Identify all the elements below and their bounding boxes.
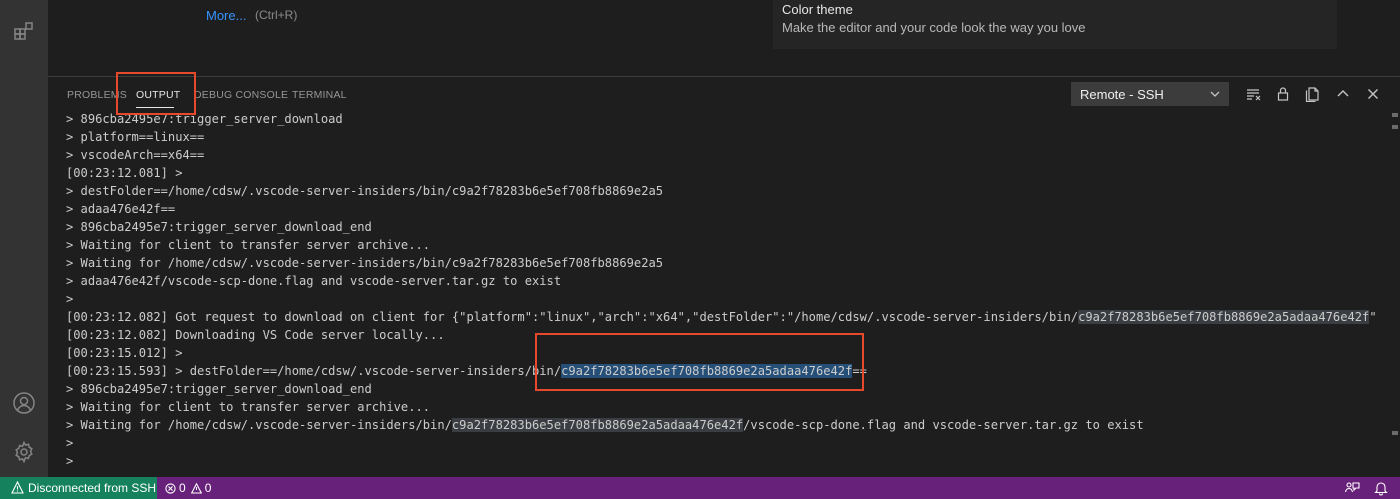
output-text: > — [66, 454, 74, 468]
active-tab-indicator — [136, 107, 174, 108]
tab-debug-console[interactable]: DEBUG CONSOLE — [194, 89, 288, 101]
problems-indicator[interactable]: 0 0 — [165, 481, 211, 495]
extensions-icon[interactable] — [12, 19, 36, 43]
output-text: > — [66, 436, 74, 450]
warning-count: 0 — [204, 481, 212, 495]
output-text: > Waiting for /home/cdsw/.vscode-server-… — [66, 256, 664, 270]
lock-scroll-icon[interactable] — [1275, 86, 1291, 102]
output-text: > — [66, 292, 74, 306]
remote-status-label: Disconnected from SSH — [28, 481, 157, 495]
activity-bar — [0, 0, 48, 477]
output-line: [00:23:12.082] Downloading VS Code serve… — [66, 326, 1376, 344]
settings-gear-icon[interactable] — [12, 440, 36, 464]
overview-ruler-mark — [1392, 113, 1398, 117]
output-text: > destFolder==/home/cdsw/.vscode-server-… — [66, 184, 664, 198]
warning-icon — [11, 481, 24, 494]
output-channel-select[interactable]: Remote - SSH — [1071, 82, 1229, 106]
output-line: [00:23:15.593] > destFolder==/home/cdsw/… — [66, 362, 1376, 380]
output-line: > Waiting for client to transfer server … — [66, 236, 1376, 254]
output-text: > — [66, 472, 73, 476]
output-text: > Waiting for client to transfer server … — [66, 400, 431, 414]
open-log-icon[interactable] — [1305, 86, 1321, 102]
remote-indicator[interactable]: Disconnected from SSH — [0, 477, 157, 499]
tab-problems[interactable]: PROBLEMS — [67, 89, 127, 101]
output-text: > Waiting for /home/cdsw/.vscode-server-… — [66, 418, 452, 432]
warning-icon — [190, 482, 202, 494]
output-text: > adaa476e42f/vscode-scp-done.flag and v… — [66, 274, 562, 288]
output-text: > platform==linux== — [66, 130, 205, 144]
feedback-icon[interactable] — [1344, 480, 1360, 496]
output-line: > — [66, 452, 1376, 470]
output-text: /vscode-scp-done.flag and vscode-server.… — [743, 418, 1144, 432]
output-view[interactable]: > 896cba2495e7:trigger_server_download > … — [66, 110, 1376, 476]
status-bar: Disconnected from SSH 0 0 — [0, 477, 1400, 499]
output-line: [00:23:15.012] > — [66, 344, 1376, 362]
output-line: [00:23:12.081] > — [66, 164, 1376, 182]
accounts-icon[interactable] — [12, 391, 36, 415]
output-text: [00:23:12.082] Downloading VS Code serve… — [66, 328, 445, 342]
selected-hash: c9a2f78283b6e5ef708fb8869e2a5adaa476e42f — [561, 364, 853, 378]
output-text: > adaa476e42f== — [66, 202, 176, 216]
output-text: > 896cba2495e7:trigger_server_download_e… — [66, 382, 372, 396]
tab-output[interactable]: OUTPUT — [136, 89, 180, 101]
output-line: > platform==linux== — [66, 128, 1376, 146]
more-shortcut: (Ctrl+R) — [255, 8, 298, 22]
output-line: > vscodeArch==x64== — [66, 146, 1376, 164]
chevron-down-icon — [1210, 91, 1220, 97]
overview-ruler-mark — [1392, 125, 1398, 129]
output-text: [00:23:12.081] > — [66, 166, 183, 180]
output-line: > Waiting for /home/cdsw/.vscode-server-… — [66, 416, 1376, 434]
output-text: [00:23:15.012] > — [66, 346, 183, 360]
close-panel-icon[interactable] — [1365, 86, 1381, 102]
output-text: [00:23:15.593] > destFolder==/home/cdsw/… — [66, 364, 562, 378]
error-count: 0 — [179, 481, 186, 495]
output-line: > 896cba2495e7:trigger_server_download_e… — [66, 380, 1376, 398]
output-line: > destFolder==/home/cdsw/.vscode-server-… — [66, 182, 1376, 200]
tab-terminal[interactable]: TERMINAL — [292, 89, 347, 101]
bottom-panel: PROBLEMS OUTPUT DEBUG CONSOLE TERMINAL R… — [48, 76, 1400, 477]
output-line: > adaa476e42f== — [66, 200, 1376, 218]
error-icon — [165, 482, 176, 494]
output-line: > — [66, 434, 1376, 452]
output-line: > — [66, 470, 1376, 476]
output-text: > Waiting for client to transfer server … — [66, 238, 431, 252]
output-text: > vscodeArch==x64== — [66, 148, 205, 162]
output-line: > — [66, 290, 1376, 308]
overview-ruler-mark — [1392, 431, 1398, 435]
output-text: > 896cba2495e7:trigger_server_download — [66, 112, 343, 126]
output-text: [00:23:12.082] Got request to download o… — [66, 310, 1079, 324]
hash-occurrence: c9a2f78283b6e5ef708fb8869e2a5adaa476e42f — [451, 418, 744, 432]
output-channel-value: Remote - SSH — [1080, 87, 1164, 102]
output-text: == — [852, 364, 867, 378]
hash-occurrence: c9a2f78283b6e5ef708fb8869e2a5adaa476e42f — [1078, 310, 1370, 324]
color-theme-card[interactable]: Color theme Make the editor and your cod… — [773, 0, 1337, 49]
output-line: > 896cba2495e7:trigger_server_download_e… — [66, 218, 1376, 236]
maximize-panel-icon[interactable] — [1335, 86, 1351, 102]
clear-output-icon[interactable] — [1245, 86, 1261, 102]
more-link[interactable]: More... — [206, 8, 246, 23]
output-line: > 896cba2495e7:trigger_server_download — [66, 110, 1376, 128]
output-text: "} — [1369, 310, 1376, 324]
output-line: > Waiting for /home/cdsw/.vscode-server-… — [66, 254, 1376, 272]
notifications-bell-icon[interactable] — [1373, 480, 1389, 496]
output-line: > Waiting for client to transfer server … — [66, 398, 1376, 416]
output-line: [00:23:12.082] Got request to download o… — [66, 308, 1376, 326]
output-text: > 896cba2495e7:trigger_server_download_e… — [66, 220, 372, 234]
editor-area: More... (Ctrl+R) Color theme Make the ed… — [48, 0, 1400, 76]
theme-card-description: Make the editor and your code look the w… — [782, 20, 1086, 35]
theme-card-title: Color theme — [782, 2, 853, 17]
output-line: > adaa476e42f/vscode-scp-done.flag and v… — [66, 272, 1376, 290]
